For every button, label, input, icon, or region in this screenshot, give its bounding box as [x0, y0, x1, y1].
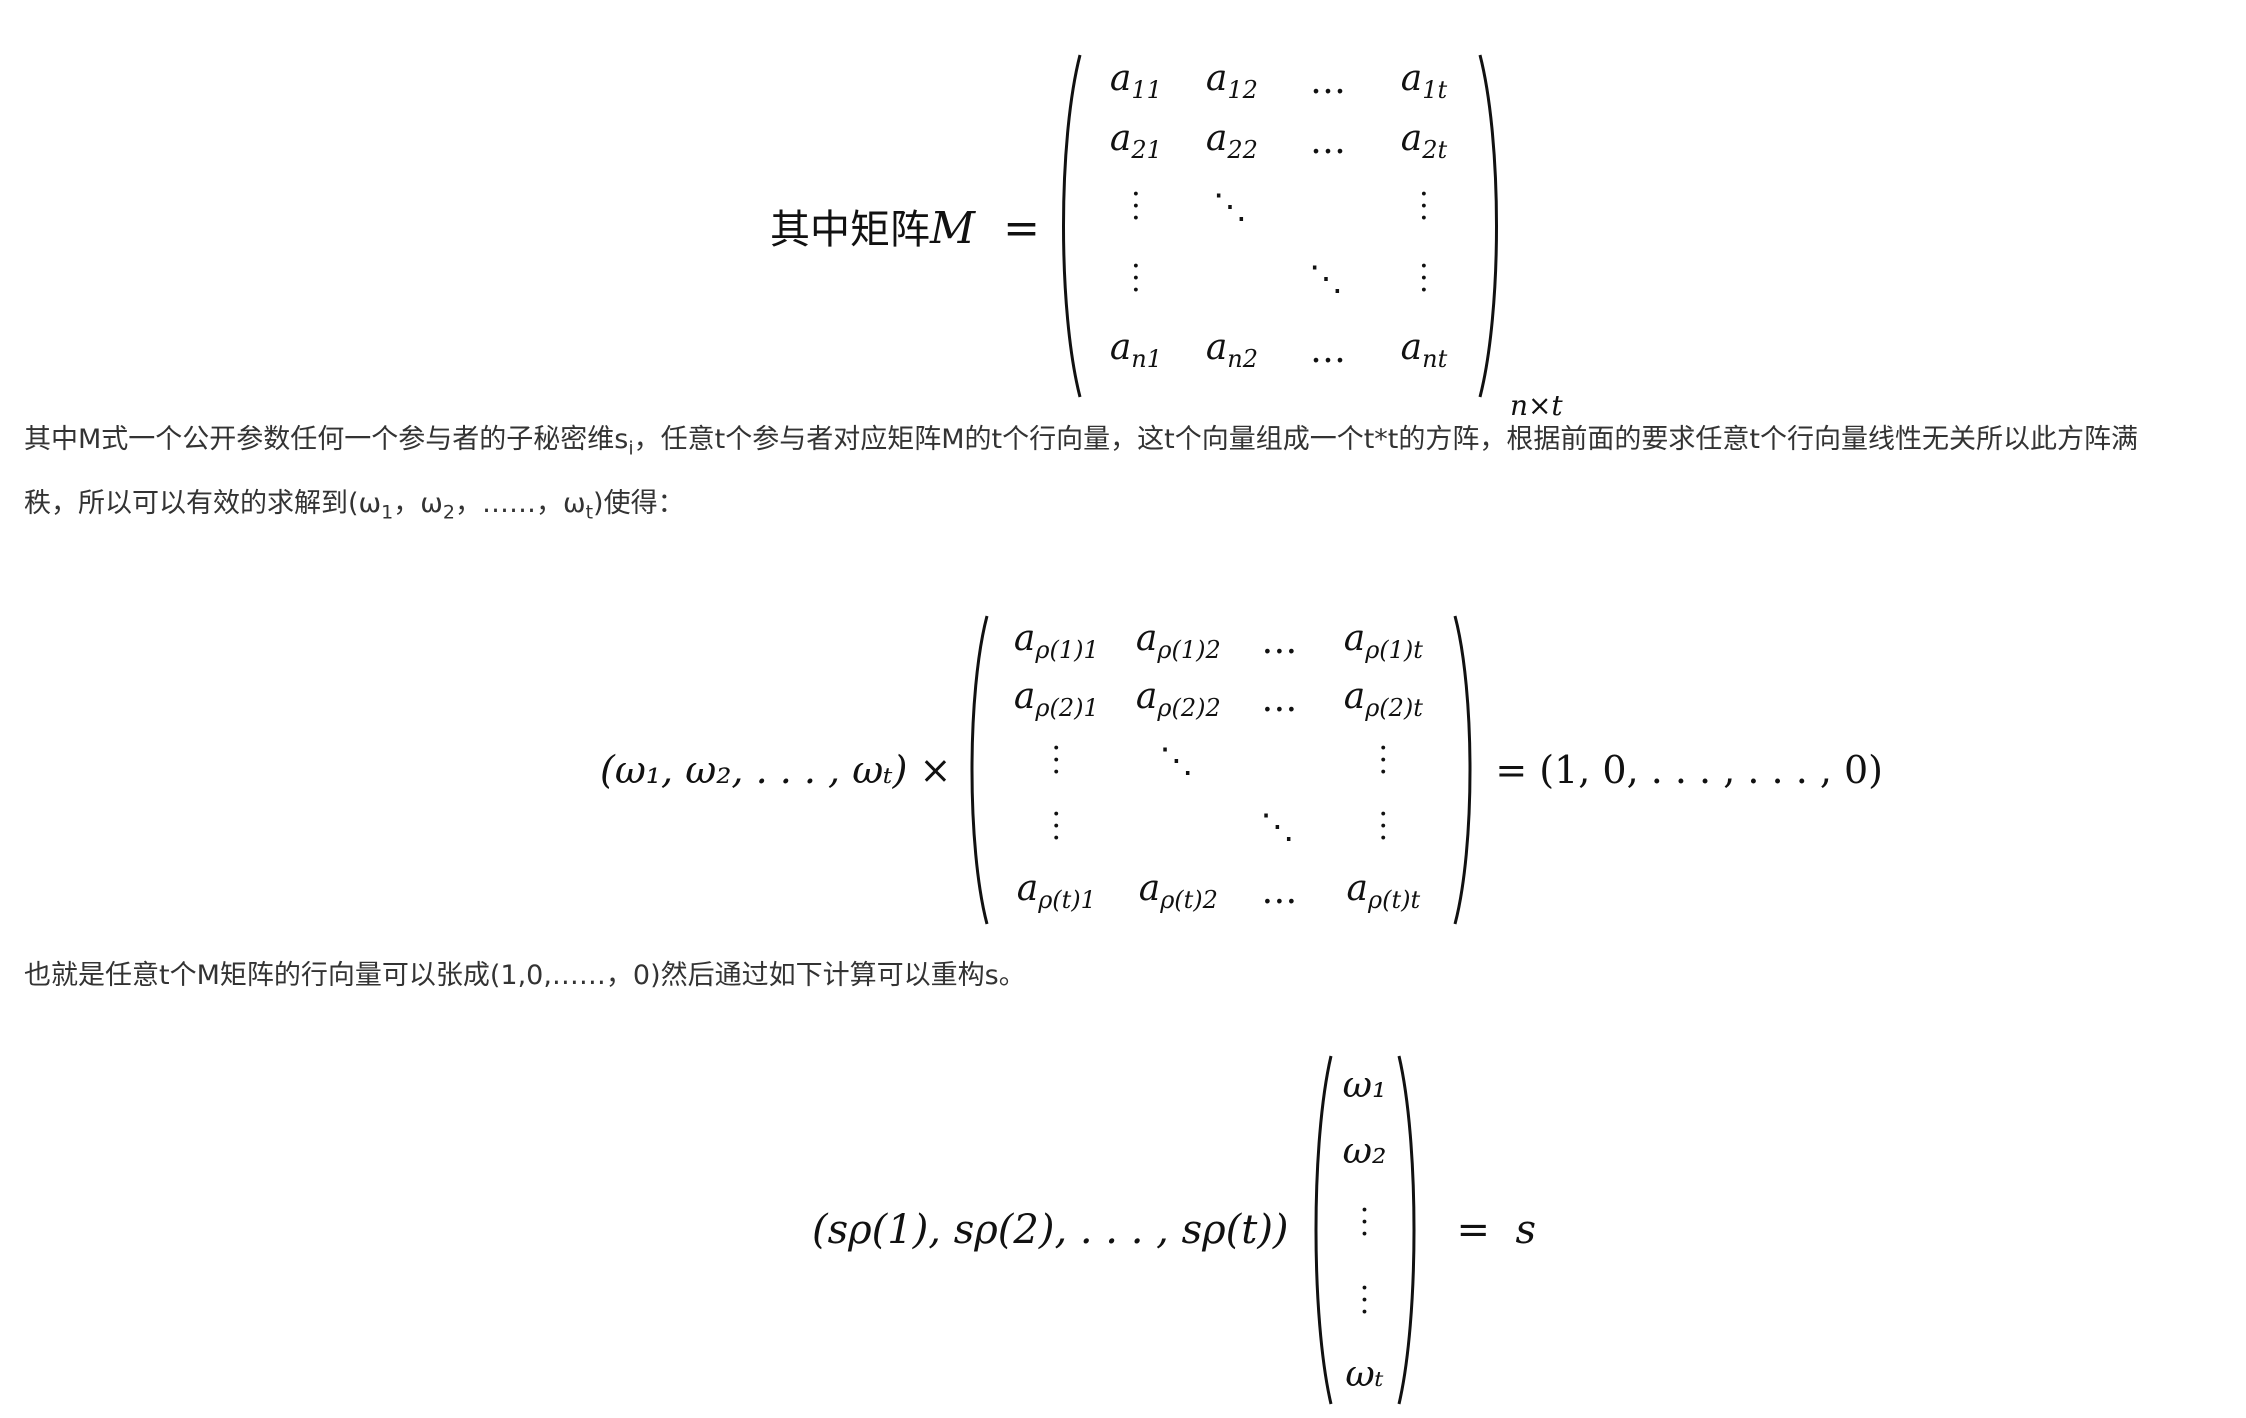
vdots-icon: · · · [1359, 1193, 1370, 1252]
matrix-cell: an2 [1205, 326, 1259, 374]
matrix-cell: a2t [1400, 117, 1448, 165]
matrix-cell: aρ(1)1 [1013, 617, 1099, 665]
matrix-cell: aρ(t)t [1346, 867, 1421, 915]
ddots-icon: ⋱ [1308, 259, 1347, 299]
vector-cell: ω₂ [1342, 1130, 1387, 1172]
secret-rhs: = s [1456, 1207, 1537, 1253]
matrix-cell: a12 [1205, 57, 1258, 105]
secret-reconstruction-equation: (sρ(1), sρ(2), . . . , sρ(t)) ω₁ ω₂ · · · … [812, 1050, 1536, 1410]
matrix-cell: an1 [1109, 326, 1163, 374]
matrix-cell: … [1309, 120, 1346, 162]
matrix-m-equation: 其中矩阵M = a11 a12 … a1t a21 a22 … a2t · · · … [770, 48, 1563, 422]
matrix-cell: a1t [1400, 57, 1448, 105]
unit-vector-rhs: = (1, 0, . . . , . . . , 0) [1495, 748, 1884, 792]
omega-column-vector: ω₁ ω₂ · · · · · · ωₜ [1335, 1052, 1395, 1408]
submatrix-grid: aρ(1)1 aρ(1)2 … aρ(1)t aρ(2)1 aρ(2)2 … a… [991, 612, 1451, 928]
matrix-m-label: 其中矩阵 [770, 207, 930, 253]
vdots-icon: · · · [1359, 1271, 1370, 1330]
matrix-m-parens: a11 a12 … a1t a21 a22 … a2t · · · ⋱ · · · · ·… [1054, 51, 1506, 401]
shares-row-vector: (sρ(1), sρ(2), . . . , sρ(t)) [812, 1207, 1289, 1253]
matrix-cell: aρ(1)2 [1135, 617, 1221, 665]
matrix-cell: … [1261, 678, 1298, 720]
vdots-icon: · · · [1419, 177, 1429, 236]
vector-cell: ωₜ [1345, 1353, 1384, 1395]
matrix-cell: a21 [1109, 117, 1162, 165]
matrix-cell: aρ(t)1 [1016, 867, 1096, 915]
ddots-icon: ⋱ [1212, 187, 1251, 227]
matrix-m-lhs: 其中矩阵M = [770, 197, 1054, 255]
ddots-icon: ⋱ [1159, 741, 1198, 781]
matrix-cell: a11 [1109, 57, 1162, 105]
omega-row-vector: (ω₁, ω₂, . . . , ωₜ) × [600, 748, 952, 792]
vdots-icon: · · · [1378, 797, 1389, 856]
matrix-cell: ant [1400, 326, 1448, 374]
matrix-m-var: M [930, 203, 976, 254]
matrix-m-equals: = [1003, 203, 1040, 254]
left-paren-icon [1314, 1055, 1332, 1405]
vdots-icon: · · · [1419, 249, 1429, 308]
ddots-icon: ⋱ [1260, 807, 1299, 847]
vector-cell: ω₁ [1342, 1064, 1387, 1106]
right-paren-icon [1453, 615, 1472, 925]
matrix-cell: … [1309, 329, 1346, 371]
matrix-cell: aρ(1)t [1343, 617, 1423, 665]
matrix-cell: … [1309, 60, 1346, 102]
matrix-m-grid: a11 a12 … a1t a21 a22 … a2t · · · ⋱ · · · · ·… [1084, 51, 1476, 401]
matrix-cell: … [1261, 620, 1298, 662]
left-paren-icon [970, 615, 989, 925]
matrix-cell: … [1261, 870, 1298, 912]
vdots-icon: · · · [1051, 731, 1062, 790]
matrix-cell: aρ(2)2 [1135, 675, 1221, 723]
linear-combination-equation: (ω₁, ω₂, . . . , ωₜ) × aρ(1)1 aρ(1)2 … a… [600, 610, 1883, 930]
paragraph-1: 其中M式一个公开参数任何一个参与者的子秘密维si，任意t个参与者对应矩阵M的t个… [24, 424, 2138, 524]
vdots-icon: · · · [1378, 731, 1389, 790]
matrix-cell: aρ(t)2 [1138, 867, 1218, 915]
vdots-icon: · · · [1131, 249, 1141, 308]
right-paren-icon [1397, 1055, 1415, 1405]
vdots-icon: · · · [1051, 797, 1062, 856]
paragraph-2: 也就是任意t个M矩阵的行向量可以张成(1,0,……，0)然后通过如下计算可以重构… [24, 960, 1026, 991]
vdots-icon: · · · [1131, 177, 1141, 236]
omega-vector-parens: ω₁ ω₂ · · · · · · ωₜ [1307, 1052, 1423, 1408]
submatrix-parens: aρ(1)1 aρ(1)2 … aρ(1)t aρ(2)1 aρ(2)2 … a… [963, 612, 1479, 928]
matrix-cell: a22 [1205, 117, 1258, 165]
left-paren-icon [1061, 54, 1082, 398]
right-paren-icon [1478, 54, 1498, 398]
matrix-cell: aρ(2)1 [1013, 675, 1099, 723]
matrix-cell: aρ(2)t [1343, 675, 1423, 723]
